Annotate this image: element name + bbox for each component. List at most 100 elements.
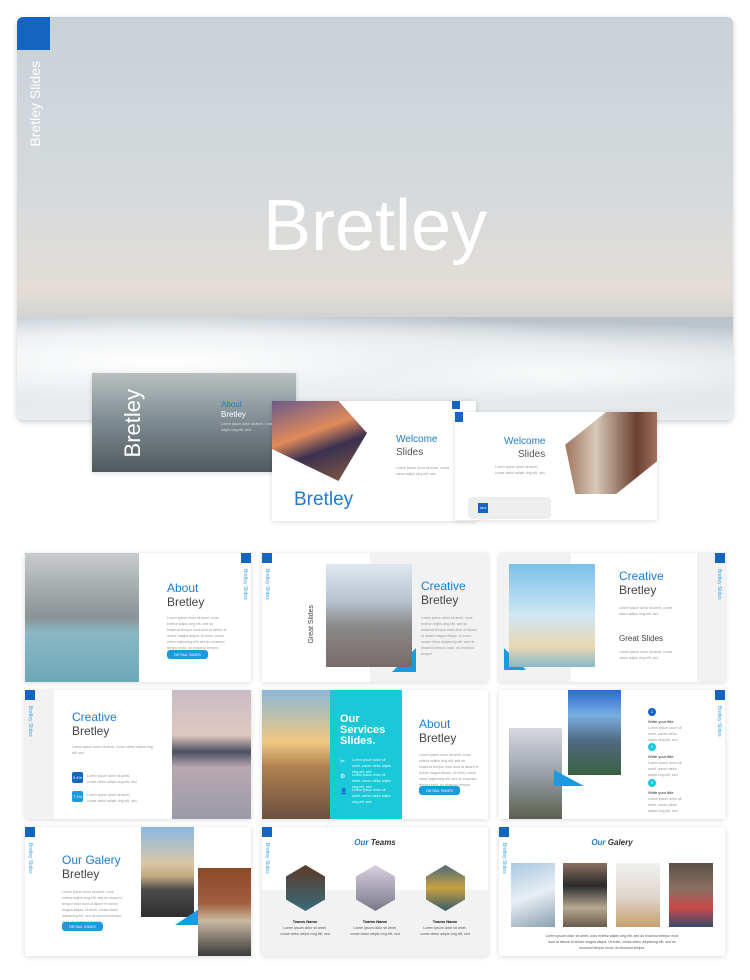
- body-text: Lorem ipsum dolor sit amet, cons ectetur…: [545, 934, 679, 950]
- slide-title: Our Galery: [62, 853, 121, 867]
- body-text: Lorem ipsum dolor sit amet, cons ectetur…: [419, 753, 479, 787]
- slide-steps[interactable]: Bretley Slides 1 Write your title Lorem …: [499, 690, 725, 819]
- slide-subtitle: Slides: [518, 449, 546, 460]
- slide-subtitle: Bretley: [167, 595, 205, 609]
- title-main: Teams: [370, 838, 396, 847]
- slide-creative-3[interactable]: Bretley Slides Creative Bretley Lorem ip…: [25, 690, 251, 819]
- brand-vertical: Bretley Slides: [501, 843, 507, 874]
- slide-heading: Great Slides: [619, 634, 664, 643]
- slide-subtitle: Slides: [396, 447, 424, 458]
- slide-subtitle: Bretley: [419, 731, 457, 745]
- stat-card: 99%: [468, 497, 551, 519]
- slide-title: About: [167, 581, 199, 595]
- slide-subtitle: Bretley: [62, 867, 100, 881]
- tools-icon: ✂: [340, 759, 346, 765]
- step-number: 3: [648, 779, 656, 787]
- services-panel: Our Services Slides. ✂ Lorem ipsum dolor…: [330, 690, 402, 819]
- body-text: Lorem ipsum dolor sit amet, conse ctetur…: [495, 465, 545, 475]
- slide-title: Creative: [619, 569, 664, 583]
- step-title: Write your title: [648, 754, 674, 759]
- step-title: Write your title: [648, 719, 674, 724]
- palms-image: [262, 690, 330, 819]
- step-text: Lorem ipsum dolor sit amet, conse ctetur…: [648, 797, 682, 813]
- brand-square: [25, 827, 35, 837]
- gallery-photo: [511, 863, 555, 927]
- street-image: [565, 412, 657, 494]
- brand-square: [262, 827, 272, 837]
- body-text: Lorem ipsum dolor sit amet, conse ctetur…: [619, 606, 673, 616]
- slide-title: Creative: [72, 710, 117, 724]
- brand-vertical: Bretley Slides: [264, 843, 270, 874]
- slide-title: Welcome: [504, 436, 546, 447]
- brand-vertical: Bretley Slides: [27, 843, 33, 874]
- member-name: Teams Name: [362, 919, 388, 924]
- brand-vertical: Bretley Slides: [264, 569, 270, 600]
- slide-subtitle: Bretley: [72, 724, 110, 738]
- highway-image: [568, 690, 621, 775]
- vertical-title: Bretley: [120, 389, 145, 458]
- brand-square: [452, 401, 460, 409]
- road-image: [141, 827, 194, 917]
- step-number: 2: [648, 743, 656, 751]
- slide-creative-1[interactable]: Bretley Slides Great Slides Creative Bre…: [262, 553, 488, 682]
- gallery-photo: [669, 863, 713, 927]
- slide-title: About: [419, 717, 451, 731]
- skyline-image: [172, 690, 251, 819]
- brand-square: [25, 690, 35, 700]
- preview-welcome-slide: Welcome Slides Lorem ipsum dolor sit ame…: [455, 412, 657, 520]
- member-text: Lorem ipsum dolor sit amet, conse ctetur…: [350, 926, 400, 936]
- slide-title: Welcome: [396, 434, 438, 445]
- vertical-heading: Great Slides: [308, 605, 315, 644]
- skyline-image: [509, 564, 595, 667]
- slide-about[interactable]: Bretley Slides About Bretley Lorem ipsum…: [25, 553, 251, 682]
- brand-vertical: Bretley Slides: [27, 61, 43, 147]
- stat-badge: 7.1%: [72, 791, 83, 802]
- building-image: [25, 553, 139, 682]
- body-text: Lorem ipsum dolor sit amet, conse ctetur…: [72, 745, 153, 755]
- hotel-image: [198, 868, 251, 956]
- slide-title: About: [221, 400, 242, 409]
- brand-square: [455, 412, 463, 422]
- body-text: Lorem ipsum dolor sit amet, cons ectetur…: [167, 616, 227, 650]
- city-image: [272, 401, 367, 481]
- detail-button[interactable]: DETAIL SIDES: [167, 650, 208, 659]
- stat-badge: 99%: [478, 503, 488, 513]
- detail-button[interactable]: DETAIL SIDES: [419, 786, 460, 795]
- services-title: Our Services Slides.: [340, 713, 386, 747]
- slide-creative-2[interactable]: Bretley Slides Creative Bretley Lorem ip…: [499, 553, 725, 682]
- slide-galery-2[interactable]: Bretley Slides Our Galery Lorem ipsum do…: [499, 827, 725, 956]
- title-accent: Our: [354, 838, 369, 847]
- stat-badge: 5.4%: [72, 772, 83, 783]
- body-text: Lorem ipsum dolor sit amet, cons ectetur…: [62, 890, 123, 924]
- member-name: Teams Name: [432, 919, 458, 924]
- detail-button[interactable]: DETAIL SIDES: [62, 922, 103, 931]
- member-text: Lorem ipsum dolor sit amet, conse ctetur…: [420, 926, 470, 936]
- brand-square: [241, 553, 251, 563]
- step-title: Write your title: [648, 790, 674, 795]
- gallery-photo: [616, 863, 660, 927]
- slide-title: Creative: [421, 579, 466, 593]
- gallery-photo: [563, 863, 607, 927]
- service-text: Lorem ipsum dolor sit amet, conse ctetur…: [352, 788, 391, 804]
- brand-vertical: Bretley Slides: [716, 569, 722, 600]
- preview-cover-slide: Bretley Welcome Slides Lorem ipsum dolor…: [272, 401, 476, 521]
- step-number: 1: [648, 708, 656, 716]
- brand-square: [715, 690, 725, 700]
- slide-subtitle: Bretley: [221, 410, 246, 419]
- cover-title: Bretley: [294, 489, 354, 510]
- brand-vertical: Bretley Slides: [242, 569, 248, 600]
- gear-icon: ⚙: [340, 774, 346, 780]
- brand-square: [499, 827, 509, 837]
- preview-about-slide: Bretley About Bretley Lorem ipsum dolor …: [92, 373, 296, 472]
- city-image: [326, 564, 412, 667]
- slide-galery-1[interactable]: Bretley Slides Our Galery Bretley Lorem …: [25, 827, 251, 956]
- title-accent: Our: [591, 838, 606, 847]
- slide-services[interactable]: Our Services Slides. ✂ Lorem ipsum dolor…: [262, 690, 488, 819]
- step-text: Lorem ipsum dolor sit amet, conse ctetur…: [648, 761, 682, 777]
- body-text: Lorem ipsum dolor sit amet, conse ctetur…: [396, 466, 450, 476]
- slide-subtitle: Bretley: [619, 583, 657, 597]
- slide-teams[interactable]: Bretley Slides Our Teams Teams Name Lore…: [262, 827, 488, 956]
- stat-text: Lorem ipsum dolor sit amet, conse ctetur…: [87, 774, 137, 784]
- body-text: Lorem ipsum dolor sit amet, conse ctetur…: [619, 650, 673, 660]
- brand-square: [17, 17, 50, 50]
